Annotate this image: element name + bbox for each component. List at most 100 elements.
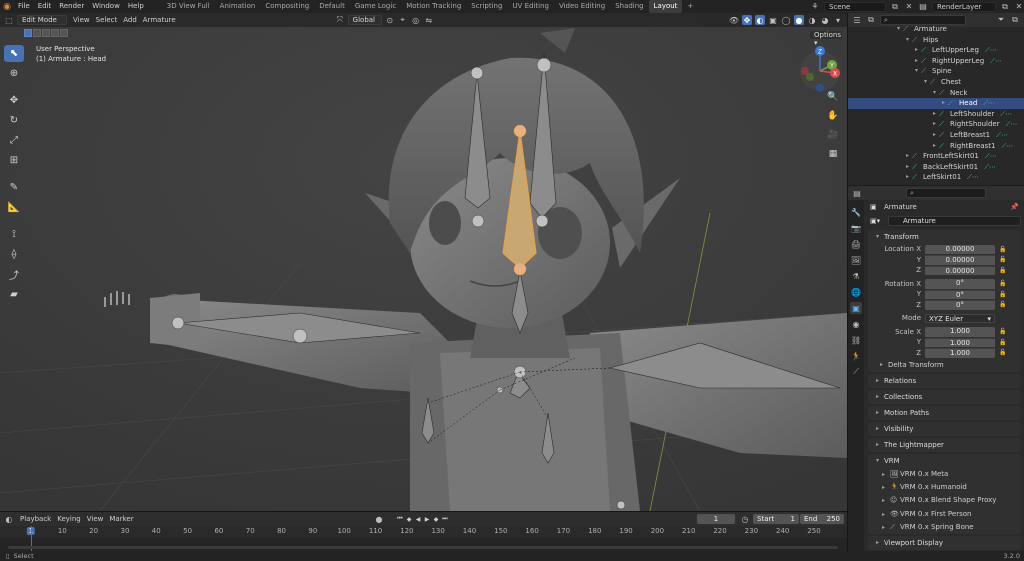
physics-tab-icon[interactable]: ◉ <box>850 318 862 330</box>
lock-icon[interactable]: 🔓 <box>999 246 1006 253</box>
rotation-mode-dropdown[interactable]: XYZ Euler ▾ <box>925 313 995 323</box>
lock-icon[interactable]: 🔓 <box>999 328 1006 335</box>
rotation-y-field[interactable]: 0° <box>925 289 995 299</box>
scene-browse-icon[interactable]: ⧉ <box>890 2 900 12</box>
outliner-item[interactable]: ▾ ⟋ Neck <box>848 88 1024 99</box>
visibility-icon[interactable]: 👁 <box>729 15 739 25</box>
object-data-icon[interactable]: ▣▾ <box>870 217 884 225</box>
snap-icon[interactable]: ⌖ <box>398 15 408 25</box>
jump-start-icon[interactable]: ⏮ <box>396 514 404 524</box>
add-workspace-button[interactable]: + <box>682 0 698 13</box>
vrm-subpanel[interactable]: ▸ 🏃 VRM 0.x Humanoid <box>868 481 1021 494</box>
scale-z-field[interactable]: 1.000 <box>925 348 995 358</box>
grid-toggle-icon[interactable]: ▦ <box>826 147 840 161</box>
select-box-tool-icon[interactable]: ⬉ <box>4 45 24 62</box>
outliner-item[interactable]: ▸ ⟋ LeftBreast1 ⟋⋯ <box>848 130 1024 141</box>
menu-file[interactable]: File <box>14 0 34 13</box>
expand-arrow-icon[interactable]: ▸ <box>912 45 921 56</box>
expand-arrow-icon[interactable]: ▾ <box>930 88 939 99</box>
tab-video-editing[interactable]: Video Editing <box>554 0 610 13</box>
measure-tool-icon[interactable]: 📐 <box>4 199 24 216</box>
rotation-z-field[interactable]: 0° <box>925 300 995 310</box>
pan-hand-icon[interactable]: ✋ <box>826 109 840 123</box>
armature-data-tab-icon[interactable]: 🏃 <box>850 350 862 362</box>
outliner-item[interactable]: ▸ ⟋ FrontLeftSkirt01 ⟋⋯ <box>848 151 1024 162</box>
jump-end-icon[interactable]: ⏭ <box>441 514 449 524</box>
timeline-menu-view[interactable]: View <box>84 512 107 526</box>
menu-help[interactable]: Help <box>124 0 148 13</box>
play-reverse-icon[interactable]: ◀ <box>414 514 422 524</box>
bone-envelope-tool-icon[interactable]: ▰ <box>4 286 24 303</box>
expand-arrow-icon[interactable]: ▸ <box>930 130 939 141</box>
location-z-field[interactable]: 0.00000 <box>925 265 995 275</box>
timeline-scrollbar[interactable] <box>8 546 838 549</box>
render-layer-selector[interactable]: RenderLayer <box>932 1 996 12</box>
viewport-menu-add[interactable]: Add <box>120 13 140 27</box>
viewport-menu-armature[interactable]: Armature <box>140 13 179 27</box>
outliner-item[interactable]: ▾ ⟋ Armature <box>848 24 1024 35</box>
bone-tab-icon[interactable]: ⟋ <box>850 366 862 378</box>
proportional-edit-icon[interactable]: ◎ <box>411 15 421 25</box>
viewport-menu-select[interactable]: Select <box>93 13 121 27</box>
material-shading-icon[interactable]: ◑ <box>807 15 817 25</box>
jump-keyframe-forward-icon[interactable]: ◆ <box>432 514 440 524</box>
jump-keyframe-back-icon[interactable]: ◆ <box>405 514 413 524</box>
zoom-icon[interactable]: 🔍 <box>826 90 840 104</box>
outliner-item[interactable]: ▸ ⟋ LeftShoulder ⟋⋯ <box>848 109 1024 120</box>
expand-arrow-icon[interactable]: ▸ <box>903 151 912 162</box>
location-x-field[interactable]: 0.00000 <box>925 244 995 254</box>
view-layer-browse-icon[interactable]: ⧉ <box>1000 2 1010 12</box>
shading-options-icon[interactable]: ▾ <box>833 15 843 25</box>
vrm-subpanel[interactable]: ▸ 👁 VRM 0.x First Person <box>868 508 1021 521</box>
tab-layout[interactable]: Layout <box>648 0 683 13</box>
vrm-subpanel[interactable]: ▸ ⟋ VRM 0.x Spring Bone <box>868 521 1021 534</box>
tab-motion-tracking[interactable]: Motion Tracking <box>401 0 466 13</box>
panel-header[interactable]: ▸ The Lightmapper <box>868 438 1021 452</box>
scale-y-field[interactable]: 1.000 <box>925 337 995 347</box>
expand-arrow-icon[interactable]: ▸ <box>930 119 939 130</box>
tab-default[interactable]: Default <box>314 0 350 13</box>
frame-ruler[interactable]: 1102030405060708090100110120130140150160… <box>0 526 847 538</box>
lock-icon[interactable]: 🔓 <box>999 256 1006 263</box>
record-icon[interactable]: ● <box>374 514 384 524</box>
end-frame-field[interactable]: End 250 <box>800 514 844 524</box>
constraints-tab-icon[interactable]: ⛓ <box>850 334 862 346</box>
pivot-icon[interactable]: ⊙ <box>385 15 395 25</box>
select-subtract-icon[interactable] <box>42 29 50 37</box>
object-name[interactable]: Armature <box>884 203 917 211</box>
expand-arrow-icon[interactable]: ▸ <box>930 109 939 120</box>
preview-range-clock-icon[interactable]: ◷ <box>740 514 750 524</box>
panel-collections[interactable]: ▸ Collections <box>868 390 1021 404</box>
mode-dropdown[interactable]: Edit Mode <box>17 15 67 25</box>
viewport-display-header[interactable]: ▸ Viewport Display <box>868 536 1021 550</box>
view-layer-tab-icon[interactable]: 🖼 <box>850 254 862 266</box>
properties-search-input[interactable]: ⌕ <box>906 188 986 198</box>
editor-type-icon[interactable]: ⬚ <box>4 15 14 25</box>
camera-view-icon[interactable]: 🎥 <box>826 128 840 142</box>
tab-animation[interactable]: Animation <box>215 0 261 13</box>
expand-arrow-icon[interactable]: ▾ <box>912 66 921 77</box>
outliner-item[interactable]: ▾ ⟋ Chest <box>848 77 1024 88</box>
panel-header[interactable]: ▸ Motion Paths <box>868 406 1021 420</box>
lock-icon[interactable]: 🔓 <box>999 267 1006 274</box>
expand-arrow-icon[interactable]: ▸ <box>930 141 939 152</box>
panel-header[interactable]: ▸ Relations <box>868 374 1021 388</box>
data-name-field[interactable]: Armature <box>888 216 1021 226</box>
timeline-menu-marker[interactable]: Marker <box>106 512 136 526</box>
vrm-subpanel[interactable]: ▸ ☺ VRM 0.x Blend Shape Proxy <box>868 494 1021 507</box>
wireframe-shading-icon[interactable]: ◯ <box>781 15 791 25</box>
tab-uv-editing[interactable]: UV Editing <box>507 0 554 13</box>
annotate-tool-icon[interactable]: ✎ <box>4 179 24 196</box>
panel-visibility[interactable]: ▸ Visibility <box>868 422 1021 436</box>
menu-render[interactable]: Render <box>55 0 88 13</box>
expand-arrow-icon[interactable]: ▾ <box>894 24 903 35</box>
menu-edit[interactable]: Edit <box>34 0 56 13</box>
tab-compositing[interactable]: Compositing <box>260 0 314 13</box>
delta-transform-subpanel[interactable]: ▸ Delta Transform <box>868 358 1021 372</box>
transform-panel-header[interactable]: ▾ Transform <box>868 230 1021 244</box>
tab-game-logic[interactable]: Game Logic <box>350 0 401 13</box>
start-frame-field[interactable]: Start 1 <box>753 514 799 524</box>
location-y-field[interactable]: 0.00000 <box>925 255 995 265</box>
outliner-item[interactable]: ▾ ⟋ Hips <box>848 35 1024 46</box>
scene-tab-icon[interactable]: ⚗ <box>850 270 862 282</box>
